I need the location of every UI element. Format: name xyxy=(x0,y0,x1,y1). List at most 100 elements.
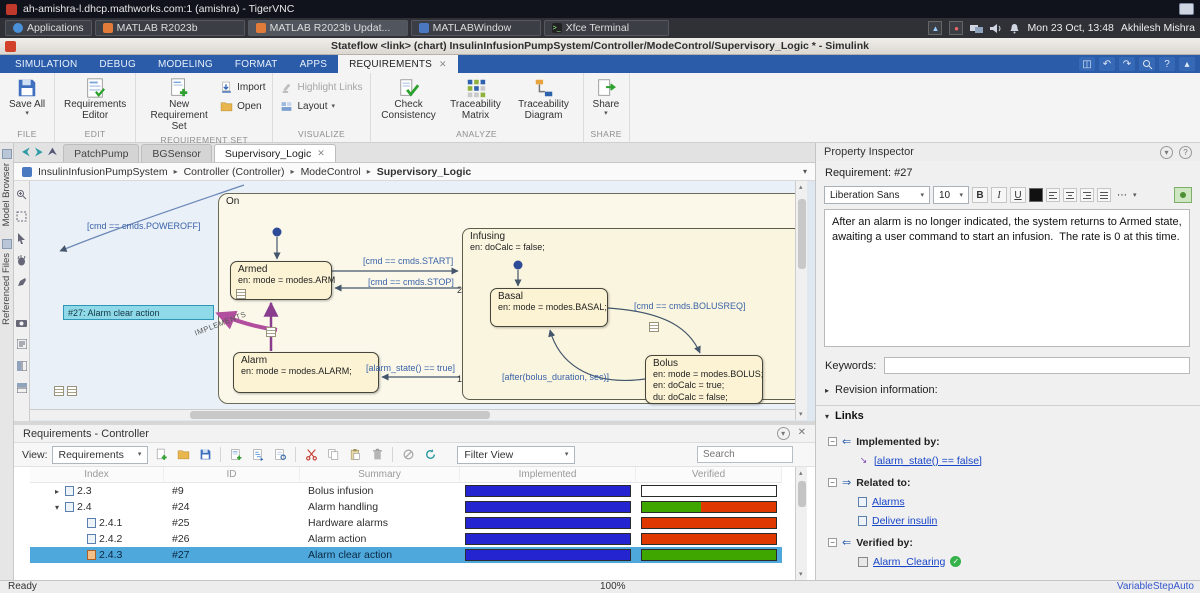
table-row[interactable]: 2.4.2#26Alarm action xyxy=(30,531,782,547)
collapse-icon[interactable]: − xyxy=(828,478,837,487)
panel-menu-icon[interactable]: ▾ xyxy=(777,427,790,440)
state-basal[interactable]: Basal en: mode = modes.BASAL; xyxy=(490,288,608,327)
tab-requirements[interactable]: REQUIREMENTS ✕ xyxy=(338,55,458,73)
check-consistency-button[interactable]: Check Consistency xyxy=(378,75,440,123)
fit-to-view-icon[interactable] xyxy=(16,210,28,222)
col-id[interactable]: ID xyxy=(164,467,300,483)
transition-poweroff[interactable] xyxy=(60,185,244,251)
state-bolus[interactable]: Bolus en: mode = modes.BOLUS; en: doCalc… xyxy=(645,355,763,404)
tab-debug[interactable]: DEBUG xyxy=(88,55,147,73)
volume-icon[interactable] xyxy=(990,23,1002,34)
links-section-header[interactable]: ▾ Links xyxy=(816,405,1200,422)
redo-icon[interactable]: ↷ xyxy=(1119,57,1135,71)
layout-button[interactable]: Layout ▾ xyxy=(280,100,362,113)
sidebar-item-model-browser[interactable]: Model Browser xyxy=(1,163,12,226)
transition-label-after-bolus[interactable]: [after(bolus_duration, sec)] xyxy=(502,372,609,382)
align-center-button[interactable] xyxy=(1063,188,1077,202)
import-button[interactable]: Import xyxy=(220,81,265,94)
save-requirement-set-icon[interactable] xyxy=(196,446,214,463)
col-implemented[interactable]: Implemented xyxy=(460,467,636,483)
taskbar-window-matlab[interactable]: MATLAB R2023b xyxy=(95,20,245,36)
state-badge-icon[interactable] xyxy=(236,289,246,299)
requirement-annotation[interactable]: #27: Alarm clear action xyxy=(63,305,214,320)
link[interactable]: Deliver insulin xyxy=(872,515,937,527)
save-all-button[interactable]: Save All ▾ xyxy=(7,75,47,119)
underline-button[interactable]: U xyxy=(1010,187,1026,203)
table-row[interactable]: 2.4.1#25Hardware alarms xyxy=(30,515,782,531)
annotation-icon[interactable] xyxy=(16,276,28,288)
vertical-scrollbar[interactable]: ▴ ▾ xyxy=(795,181,807,420)
transition-label-stop[interactable]: [cmd == cmds.STOP] xyxy=(368,277,454,287)
table-row[interactable]: ▾2.4#24Alarm handling xyxy=(30,499,782,515)
close-panel-icon[interactable]: ✕ xyxy=(798,427,806,440)
updates-tray-icon[interactable]: ▲ xyxy=(928,21,942,35)
add-child-requirement-icon[interactable] xyxy=(249,446,267,463)
close-tab-icon[interactable]: ✕ xyxy=(317,148,325,159)
table-vertical-scrollbar[interactable]: ▴ ▾ xyxy=(795,467,807,580)
delete-icon[interactable] xyxy=(368,446,386,463)
col-index[interactable]: Index xyxy=(30,467,164,483)
panel-menu-icon[interactable]: ▾ xyxy=(1160,146,1173,159)
applications-menu[interactable]: Applications xyxy=(5,20,92,36)
scroll-up-icon[interactable]: ▴ xyxy=(799,469,803,477)
bell-icon[interactable] xyxy=(1009,23,1020,34)
undo-icon[interactable]: ↶ xyxy=(1099,57,1115,71)
add-referenced-requirement-icon[interactable] xyxy=(271,446,289,463)
tab-format[interactable]: FORMAT xyxy=(224,55,289,73)
copy-icon[interactable] xyxy=(324,446,342,463)
paste-icon[interactable] xyxy=(346,446,364,463)
transition-badge-icon[interactable] xyxy=(649,322,659,332)
revision-section[interactable]: ▸ Revision information: xyxy=(825,384,938,396)
view-dropdown[interactable]: Requirements ▾ xyxy=(52,446,149,464)
col-verified[interactable]: Verified xyxy=(636,467,782,483)
col-summary[interactable]: Summary xyxy=(300,467,460,483)
transition-label-start[interactable]: [cmd == cmds.START] xyxy=(363,256,453,266)
breadcrumb-item[interactable]: Controller (Controller) xyxy=(184,166,285,178)
zoom-in-icon[interactable] xyxy=(16,188,28,200)
clock[interactable]: Mon 23 Oct, 13:48 xyxy=(1027,22,1113,34)
select-icon[interactable] xyxy=(16,232,28,244)
tab-modeling[interactable]: MODELING xyxy=(147,55,224,73)
pan-hand-icon[interactable] xyxy=(16,254,28,266)
bold-button[interactable]: B xyxy=(972,187,988,203)
legend-icon[interactable] xyxy=(16,338,28,350)
back-icon[interactable]: ⮜ xyxy=(22,146,30,159)
chevron-down-icon[interactable]: ▾ xyxy=(803,167,807,176)
new-requirement-set-button[interactable]: New Requirement Set xyxy=(143,75,215,135)
expander-icon[interactable]: ▾ xyxy=(52,503,62,512)
notification-tray-icon[interactable]: ● xyxy=(949,21,963,35)
traceability-diagram-button[interactable]: Traceability Diagram xyxy=(512,75,576,123)
doc-tab-bgsensor[interactable]: BGSensor xyxy=(141,144,211,162)
search-input[interactable] xyxy=(697,446,793,463)
link[interactable]: Alarms xyxy=(872,496,905,508)
scrollbar-thumb[interactable] xyxy=(798,481,806,507)
taskbar-window-matlab-updater[interactable]: MATLAB R2023b Updat... xyxy=(248,20,408,36)
scroll-down-icon[interactable]: ▾ xyxy=(799,410,803,418)
table-row[interactable]: 2.4.3#27Alarm clear action xyxy=(30,547,782,563)
description-editor[interactable]: After an alarm is no longer indicated, t… xyxy=(824,209,1190,347)
doc-tab-patchpump[interactable]: PatchPump xyxy=(63,144,139,162)
solver-link[interactable]: VariableStepAuto xyxy=(1117,581,1194,592)
help-icon[interactable]: ? xyxy=(1159,57,1175,71)
table-row[interactable]: ▸2.3#9Bolus infusion xyxy=(30,483,782,499)
align-left-button[interactable] xyxy=(1046,188,1060,202)
breadcrumb-item[interactable]: InsulinInfusionPumpSystem xyxy=(38,166,168,178)
requirements-editor-button[interactable]: Requirements Editor xyxy=(62,75,128,123)
align-right-button[interactable] xyxy=(1080,188,1094,202)
cut-icon[interactable] xyxy=(302,446,320,463)
open-button[interactable]: Open xyxy=(220,100,265,113)
align-justify-button[interactable] xyxy=(1097,188,1111,202)
scrollbar-thumb[interactable] xyxy=(798,199,806,269)
add-requirement-icon[interactable] xyxy=(227,446,245,463)
property-pane-icon[interactable] xyxy=(16,382,28,394)
font-color-swatch[interactable] xyxy=(1029,188,1043,202)
breadcrumb-item-current[interactable]: Supervisory_Logic xyxy=(377,166,472,178)
search-icon[interactable] xyxy=(1139,57,1155,71)
font-size-dropdown[interactable]: 10 ▾ xyxy=(933,186,969,204)
expander-icon[interactable]: ▸ xyxy=(52,487,62,496)
chart-badge-icon[interactable] xyxy=(54,386,64,396)
highlight-links-button[interactable]: Highlight Links xyxy=(280,81,362,94)
insert-image-button[interactable] xyxy=(1174,187,1192,203)
chevron-down-icon[interactable]: ▾ xyxy=(1133,192,1137,199)
tab-simulation[interactable]: SIMULATION xyxy=(4,55,88,73)
